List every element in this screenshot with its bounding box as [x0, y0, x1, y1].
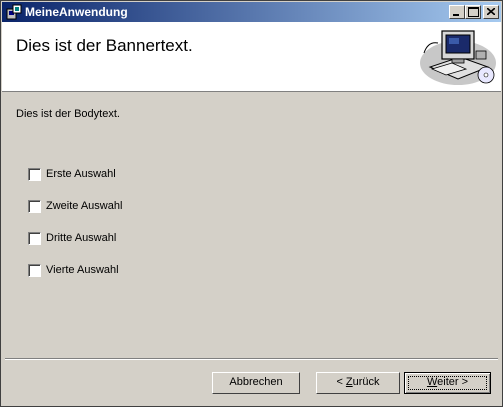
minimize-button[interactable]: [449, 5, 465, 19]
back-button-label: < Zurück: [336, 376, 380, 388]
close-button[interactable]: [483, 5, 499, 19]
checkbox[interactable]: [28, 232, 41, 245]
checkbox[interactable]: [28, 264, 41, 277]
option-label: Zweite Auswahl: [46, 200, 123, 212]
next-button[interactable]: Weiter >: [404, 372, 491, 394]
title-bar[interactable]: MeineAnwendung: [2, 2, 501, 22]
checkbox[interactable]: [28, 200, 41, 213]
close-icon: [487, 8, 495, 15]
installer-icon[interactable]: [6, 4, 22, 20]
option-label: Erste Auswahl: [46, 168, 116, 180]
maximize-button[interactable]: [465, 5, 481, 19]
next-button-label: Weiter >: [426, 376, 469, 388]
body-text: Dies ist der Bodytext.: [16, 108, 120, 120]
computer-icon: [420, 30, 496, 85]
banner: Dies ist der Bannertext.: [2, 22, 501, 92]
dialog-window: MeineAnwendung Dies ist der Bannertext.: [0, 0, 503, 407]
option-label: Vierte Auswahl: [46, 264, 119, 276]
checkbox[interactable]: [28, 168, 41, 181]
cancel-button[interactable]: Abbrechen: [212, 372, 300, 394]
banner-title: Dies ist der Bannertext.: [16, 36, 193, 55]
maximize-icon: [468, 7, 479, 17]
back-button[interactable]: < Zurück: [316, 372, 400, 394]
minimize-icon: [453, 14, 459, 16]
window-title: MeineAnwendung: [25, 5, 128, 19]
option-label: Dritte Auswahl: [46, 232, 117, 244]
separator: [5, 358, 498, 360]
cancel-button-label: Abbrechen: [229, 376, 283, 388]
